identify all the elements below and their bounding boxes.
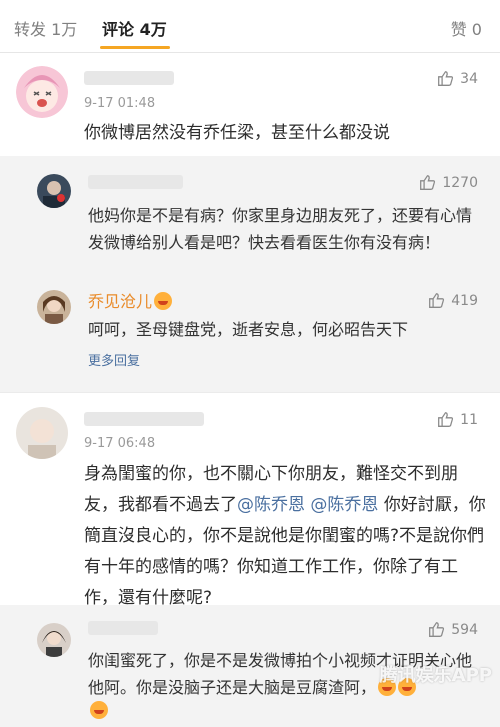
avatar[interactable] bbox=[16, 66, 68, 118]
mention-link[interactable]: @陈乔恩 bbox=[237, 495, 305, 515]
like-button[interactable]: 594 bbox=[428, 621, 478, 638]
emoji-icon bbox=[154, 292, 173, 310]
reply-username[interactable]: 乔见沧儿 bbox=[88, 288, 173, 315]
comment-item: 9-17 06:48 11 身為閨蜜的你，也不關心下你朋友，難怪交不到朋友，我都… bbox=[0, 395, 500, 727]
like-button[interactable]: 1270 bbox=[419, 174, 478, 191]
reply-box: 594 你闺蜜死了，你是不是发微博拍个小视频才证明关心他他阿。你是没脑子还是大脑… bbox=[0, 605, 500, 727]
like-button[interactable]: 11 bbox=[437, 411, 478, 428]
username-redacted bbox=[88, 621, 158, 635]
like-button[interactable]: 419 bbox=[428, 292, 478, 309]
tab-repost[interactable]: 转发 1万 bbox=[14, 16, 77, 40]
avatar[interactable] bbox=[16, 407, 68, 459]
thumbs-up-icon bbox=[429, 622, 445, 637]
reply-box: 1270 他妈你是不是有病？你家里身边朋友死了，还要有心情发微博给别人看是吧？快… bbox=[0, 156, 500, 392]
tab-bar: 转发 1万 评论 4万 赞 0 bbox=[0, 0, 500, 53]
username-redacted bbox=[88, 175, 183, 189]
like-count: 34 bbox=[460, 70, 478, 87]
thumbs-up-icon bbox=[429, 293, 445, 308]
avatar[interactable] bbox=[37, 174, 71, 208]
avatar[interactable] bbox=[37, 290, 71, 324]
thumbs-up-icon bbox=[438, 412, 454, 427]
username-redacted bbox=[84, 412, 204, 426]
more-replies-link[interactable]: 更多回复 bbox=[88, 350, 140, 369]
like-count: 1270 bbox=[442, 174, 478, 191]
watermark: 腾讯娱乐APP bbox=[379, 665, 492, 686]
comment-item: 9-17 01:48 34 你微博居然没有乔任梁，甚至什么都没说 1270 他妈… bbox=[0, 52, 500, 392]
comment-time: 9-17 06:48 bbox=[84, 436, 156, 451]
reply-text: 呵呵，圣母键盘党，逝者安息，何必昭告天下 bbox=[88, 320, 409, 339]
avatar[interactable] bbox=[37, 623, 71, 657]
comment-time: 9-17 01:48 bbox=[84, 96, 156, 111]
like-button[interactable]: 34 bbox=[437, 70, 478, 87]
like-count: 11 bbox=[460, 411, 478, 428]
like-count: 419 bbox=[451, 292, 478, 309]
thumbs-up-icon bbox=[420, 175, 436, 190]
active-tab-indicator bbox=[100, 46, 170, 49]
comment-text: 你微博居然没有乔任梁，甚至什么都没说 bbox=[84, 123, 390, 143]
reply-text: 他妈你是不是有病？你家里身边朋友死了，还要有心情发微博给别人看是吧？快去看看医生… bbox=[88, 206, 473, 252]
tab-comment[interactable]: 评论 4万 bbox=[102, 16, 167, 40]
emoji-icon bbox=[88, 701, 108, 720]
mention-link[interactable]: @陈乔恩 bbox=[310, 495, 378, 515]
tab-like[interactable]: 赞 0 bbox=[451, 16, 482, 40]
thumbs-up-icon bbox=[438, 71, 454, 86]
comment-text: 身為閨蜜的你，也不關心下你朋友，難怪交不到朋友，我都看不過去了@陈乔恩 @陈乔恩… bbox=[84, 464, 486, 608]
username-redacted bbox=[84, 71, 174, 85]
like-count: 594 bbox=[451, 621, 478, 638]
